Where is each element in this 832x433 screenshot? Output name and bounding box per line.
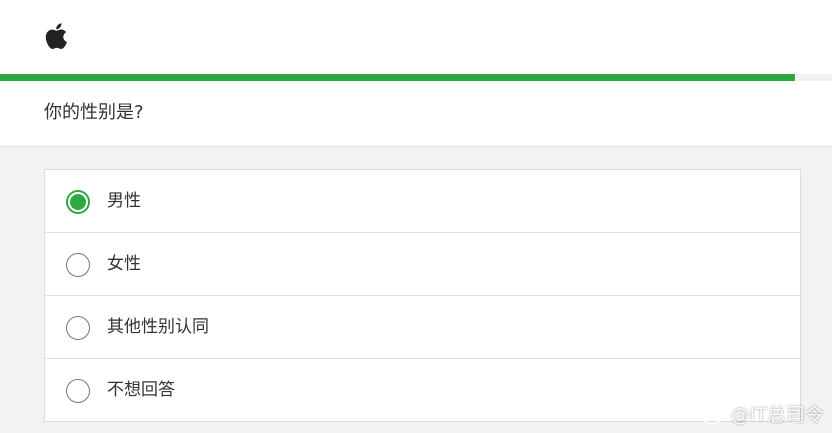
option-label: 女性 [107, 254, 141, 274]
radio-button[interactable] [66, 253, 90, 277]
question-header: 你的性别是? [0, 81, 832, 147]
radio-button[interactable] [66, 379, 90, 403]
watermark-text: @IT总司令 [730, 404, 824, 426]
options-list: 男性 女性 其他性别认同 不想回答 [44, 169, 801, 422]
option-label: 其他性别认同 [107, 317, 209, 337]
apple-logo-icon [45, 23, 67, 50]
option-female[interactable]: 女性 [45, 232, 800, 295]
weibo-icon [701, 404, 726, 424]
option-prefer-not-to-answer[interactable]: 不想回答 [45, 358, 800, 421]
progress-bar [0, 74, 832, 81]
question-text: 你的性别是? [44, 102, 144, 123]
radio-button[interactable] [66, 316, 90, 340]
option-label: 男性 [107, 191, 141, 211]
radio-button-selected[interactable] [66, 190, 90, 214]
option-label: 不想回答 [107, 380, 175, 400]
header [0, 0, 832, 74]
option-male[interactable]: 男性 [45, 170, 800, 232]
option-other-gender-identity[interactable]: 其他性别认同 [45, 295, 800, 358]
watermark: @IT总司令 [701, 400, 824, 427]
progress-bar-fill [0, 74, 795, 81]
